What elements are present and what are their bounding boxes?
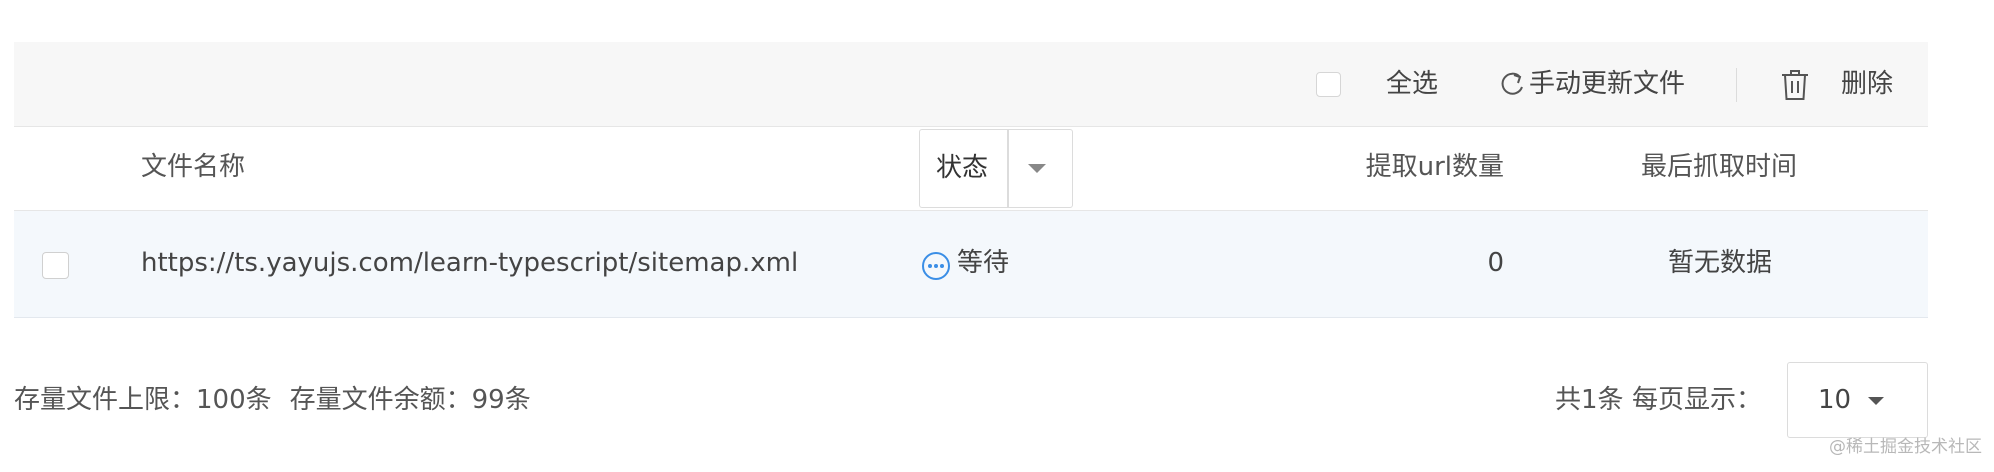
select-all-checkbox[interactable]	[1316, 72, 1341, 97]
storage-remaining-text: 存量文件余额：99条	[289, 385, 531, 415]
row-status: 等待	[957, 248, 1010, 278]
total-count: 共1条	[1555, 385, 1624, 415]
column-header-filename: 文件名称	[141, 152, 246, 182]
refresh-icon[interactable]	[1498, 71, 1526, 99]
more-dots-icon	[922, 252, 950, 280]
status-filter-select[interactable]: 状态	[919, 129, 1073, 208]
page: 全选 手动更新文件 删除 文件名称 状态 提取url数量 最后抓取时间 http…	[0, 0, 1994, 472]
column-header-url-count: 提取url数量	[1365, 152, 1504, 182]
refresh-files-button[interactable]: 手动更新文件	[1529, 66, 1685, 102]
page-size-select[interactable]: 10	[1787, 362, 1928, 438]
storage-info: 存量文件上限：100条 存量文件余额：99条	[14, 382, 531, 418]
chevron-down-icon[interactable]	[1028, 164, 1046, 173]
row-filename: https://ts.yayujs.com/learn-typescript/s…	[141, 248, 799, 278]
status-filter-label: 状态	[936, 153, 989, 183]
per-page-label: 每页显示：	[1632, 385, 1763, 415]
row-last-fetch-time: 暂无数据	[1668, 248, 1773, 278]
select-all-label[interactable]: 全选	[1386, 66, 1438, 102]
table-row[interactable]: https://ts.yayujs.com/learn-typescript/s…	[14, 211, 1928, 318]
column-header-last-fetch-time: 最后抓取时间	[1641, 152, 1798, 182]
watermark: @稀土掘金技术社区	[1829, 437, 1982, 457]
row-url-count: 0	[1487, 248, 1504, 278]
status-filter-divider	[1007, 130, 1009, 207]
caret-down-icon[interactable]	[1868, 397, 1884, 405]
page-size-value: 10	[1818, 385, 1852, 415]
toolbar-divider	[1736, 68, 1737, 102]
storage-limit-text: 存量文件上限：100条	[14, 385, 272, 415]
table-header: 文件名称 状态 提取url数量 最后抓取时间	[14, 127, 1928, 211]
toolbar: 全选 手动更新文件 删除	[14, 42, 1928, 127]
trash-icon[interactable]	[1780, 68, 1810, 102]
delete-button[interactable]: 删除	[1841, 66, 1893, 102]
row-checkbox[interactable]	[42, 252, 69, 279]
